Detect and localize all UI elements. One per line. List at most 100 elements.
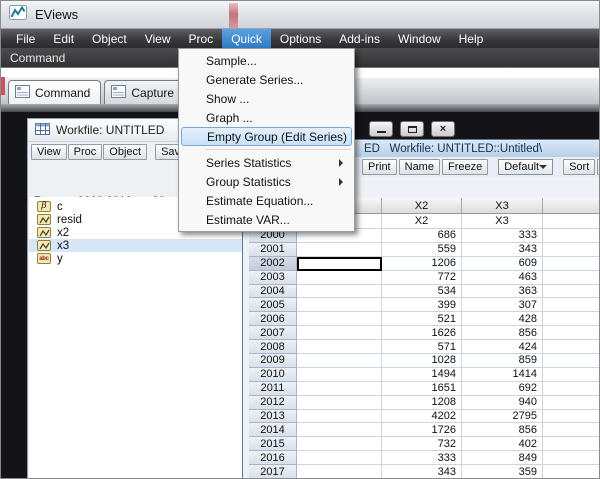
data-cell[interactable] <box>297 243 382 257</box>
menu-item-show[interactable]: Show ... <box>181 89 352 108</box>
menu-view[interactable]: View <box>136 29 180 48</box>
menu-quick[interactable]: Quick <box>222 29 271 48</box>
selected-cell[interactable] <box>297 257 382 271</box>
workfile-button-proc[interactable]: Proc <box>68 144 103 160</box>
data-cell[interactable]: 859 <box>462 354 543 368</box>
data-cell[interactable] <box>297 368 382 382</box>
group-button-sort[interactable]: Sort <box>563 159 595 175</box>
data-cell[interactable]: 343 <box>462 243 543 257</box>
data-cell[interactable]: 686 <box>382 229 462 243</box>
data-cell[interactable] <box>297 465 382 479</box>
group-button-freeze[interactable]: Freeze <box>442 159 488 175</box>
data-cell[interactable] <box>297 410 382 424</box>
data-cell[interactable] <box>543 229 600 243</box>
data-cell[interactable]: 732 <box>382 437 462 451</box>
menu-item-estimate-equation[interactable]: Estimate Equation... <box>181 191 352 210</box>
menu-item-generate-series[interactable]: Generate Series... <box>181 70 352 89</box>
data-cell[interactable] <box>297 312 382 326</box>
data-cell[interactable]: 849 <box>462 451 543 465</box>
data-cell[interactable]: 333 <box>462 229 543 243</box>
data-cell[interactable]: 1208 <box>382 396 462 410</box>
data-cell[interactable]: 1726 <box>382 423 462 437</box>
menu-item-series-statistics[interactable]: Series Statistics <box>181 153 352 172</box>
menu-help[interactable]: Help <box>450 29 493 48</box>
data-cell[interactable]: 571 <box>382 340 462 354</box>
menu-file[interactable]: File <box>7 29 44 48</box>
group-button-name[interactable]: Name <box>399 159 440 175</box>
data-cell[interactable]: 402 <box>462 437 543 451</box>
menu-item-empty-group-edit-series[interactable]: Empty Group (Edit Series) <box>181 127 352 146</box>
data-cell[interactable]: 856 <box>462 423 543 437</box>
data-cell[interactable]: 559 <box>382 243 462 257</box>
data-cell[interactable] <box>543 410 600 424</box>
data-cell[interactable]: 343 <box>382 465 462 479</box>
data-cell[interactable]: 463 <box>462 271 543 285</box>
data-cell[interactable]: 940 <box>462 396 543 410</box>
data-cell[interactable] <box>297 340 382 354</box>
data-cell[interactable]: 1626 <box>382 326 462 340</box>
menu-window[interactable]: Window <box>389 29 450 48</box>
data-cell[interactable]: 1651 <box>382 382 462 396</box>
data-cell[interactable] <box>543 271 600 285</box>
data-cell[interactable] <box>543 326 600 340</box>
data-cell[interactable]: 609 <box>462 257 543 271</box>
data-cell[interactable]: 2795 <box>462 410 543 424</box>
menu-edit[interactable]: Edit <box>44 29 83 48</box>
menu-item-sample[interactable]: Sample... <box>181 51 352 70</box>
data-cell[interactable] <box>297 437 382 451</box>
data-cell[interactable]: 399 <box>382 298 462 312</box>
data-cell[interactable] <box>297 298 382 312</box>
group-button-print[interactable]: Print <box>362 159 397 175</box>
data-cell[interactable]: 428 <box>462 312 543 326</box>
view-selector-dropdown[interactable]: Default <box>498 159 553 175</box>
minimize-button[interactable] <box>369 121 393 137</box>
data-cell[interactable] <box>543 257 600 271</box>
close-button[interactable]: × <box>431 121 455 137</box>
data-cell[interactable] <box>543 382 600 396</box>
data-cell[interactable]: 363 <box>462 285 543 299</box>
data-cell[interactable]: 424 <box>462 340 543 354</box>
data-cell[interactable] <box>297 326 382 340</box>
data-cell[interactable] <box>543 285 600 299</box>
data-cell[interactable] <box>297 285 382 299</box>
data-cell[interactable] <box>297 382 382 396</box>
data-cell[interactable]: 333 <box>382 451 462 465</box>
data-cell[interactable] <box>543 243 600 257</box>
data-cell[interactable] <box>543 354 600 368</box>
data-cell[interactable]: 692 <box>462 382 543 396</box>
menu-item-estimate-var[interactable]: Estimate VAR... <box>181 210 352 229</box>
menu-add-ins[interactable]: Add-ins <box>330 29 389 48</box>
data-cell[interactable] <box>543 368 600 382</box>
menu-object[interactable]: Object <box>83 29 136 48</box>
data-cell[interactable]: 521 <box>382 312 462 326</box>
menu-proc[interactable]: Proc <box>180 29 223 48</box>
data-cell[interactable]: 772 <box>382 271 462 285</box>
menu-options[interactable]: Options <box>271 29 330 48</box>
data-cell[interactable]: 534 <box>382 285 462 299</box>
data-cell[interactable] <box>543 423 600 437</box>
data-cell[interactable]: 359 <box>462 465 543 479</box>
workfile-button-object[interactable]: Object <box>103 144 147 160</box>
data-cell[interactable]: 856 <box>462 326 543 340</box>
tab-command[interactable]: Command <box>8 80 101 104</box>
data-cell[interactable] <box>297 354 382 368</box>
data-cell[interactable] <box>297 271 382 285</box>
tab-capture[interactable]: Capture <box>104 80 185 104</box>
menu-item-group-statistics[interactable]: Group Statistics <box>181 172 352 191</box>
data-cell[interactable] <box>543 437 600 451</box>
workfile-button-view[interactable]: View <box>31 144 67 160</box>
data-cell[interactable]: 1494 <box>382 368 462 382</box>
data-cell[interactable] <box>543 451 600 465</box>
data-cell[interactable]: 4202 <box>382 410 462 424</box>
data-cell[interactable] <box>543 396 600 410</box>
data-cell[interactable] <box>297 451 382 465</box>
data-cell[interactable]: 307 <box>462 298 543 312</box>
data-cell[interactable] <box>297 423 382 437</box>
data-cell[interactable] <box>543 465 600 479</box>
data-cell[interactable] <box>543 340 600 354</box>
data-cell[interactable] <box>543 312 600 326</box>
data-cell[interactable]: 1028 <box>382 354 462 368</box>
data-cell[interactable]: 1414 <box>462 368 543 382</box>
data-cell[interactable] <box>543 298 600 312</box>
data-cell[interactable] <box>297 396 382 410</box>
